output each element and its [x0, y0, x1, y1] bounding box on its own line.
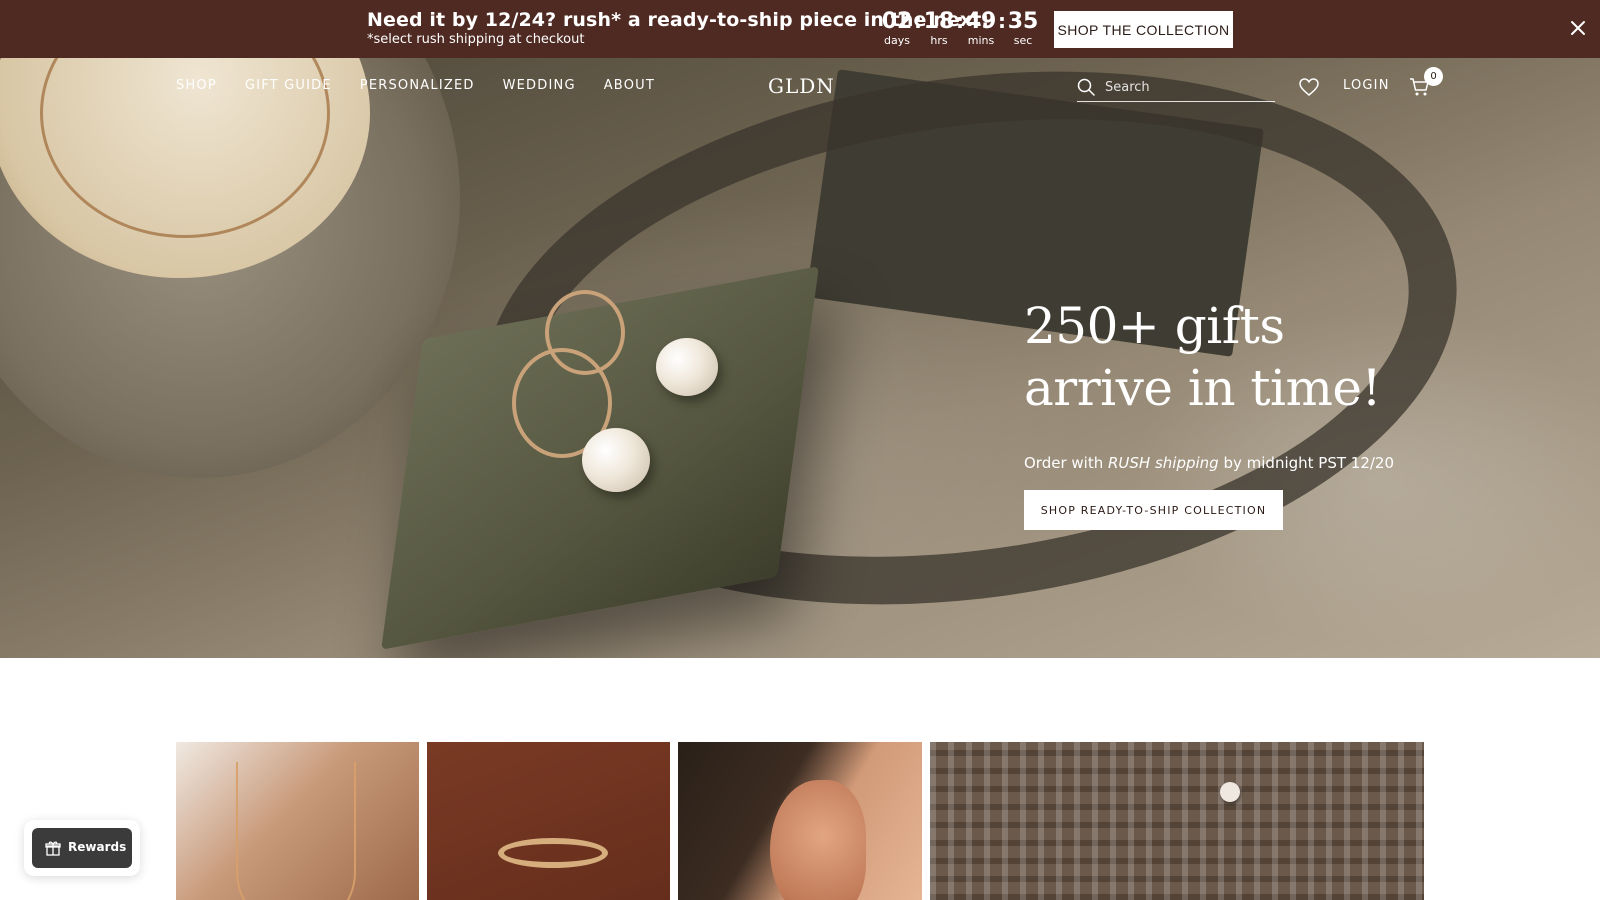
hero-lead-emphasis: RUSH shipping — [1108, 454, 1219, 472]
nav-personalized[interactable]: PERSONALIZED — [360, 78, 475, 93]
main-menu: SHOP GIFT GUIDE PERSONALIZED WEDDING ABO… — [176, 78, 655, 93]
rewards-widget: Rewards — [24, 820, 140, 876]
site-logo[interactable]: GLDN — [768, 74, 834, 98]
countdown-separator: : — [914, 9, 922, 33]
nav-about[interactable]: ABOUT — [604, 78, 655, 93]
search-icon[interactable] — [1077, 78, 1095, 96]
countdown-separator: : — [998, 9, 1006, 33]
search-input[interactable] — [1105, 75, 1270, 99]
countdown-minutes-label: mins — [967, 34, 995, 47]
necklace-image — [236, 762, 356, 900]
countdown-seconds: 35 sec — [1006, 9, 1040, 48]
nav-wedding[interactable]: WEDDING — [503, 78, 576, 93]
tile-necklaces[interactable] — [176, 742, 419, 900]
ring-image — [498, 838, 608, 868]
shop-the-collection-button[interactable]: SHOP THE COLLECTION — [1054, 11, 1233, 48]
shop-ready-to-ship-button[interactable]: SHOP READY-TO-SHIP COLLECTION — [1024, 490, 1283, 530]
tile-earrings[interactable] — [678, 742, 922, 900]
gift-icon — [45, 841, 61, 856]
countdown-hours-label: hrs — [930, 34, 948, 47]
countdown-separator: : — [956, 9, 964, 33]
countdown-seconds-label: sec — [1013, 34, 1033, 47]
rewards-label: Rewards — [68, 840, 127, 854]
rewards-button[interactable]: Rewards — [32, 828, 132, 868]
hero-content: 250+ gifts arrive in time! Order with RU… — [1024, 295, 1444, 530]
countdown-days-value: 02 — [881, 9, 913, 34]
ear-image — [770, 780, 866, 900]
hero-lead-after: by midnight PST 12/20 — [1218, 454, 1395, 472]
hero-image-pearl — [582, 428, 650, 492]
countdown-days: 02 days — [880, 9, 914, 48]
nav-gift-guide[interactable]: GIFT GUIDE — [245, 78, 332, 93]
cart-count-badge: 0 — [1424, 67, 1443, 86]
hero-lead-before: Order with — [1024, 454, 1108, 472]
countdown-days-label: days — [884, 34, 910, 47]
announcement-bar: Need it by 12/24? rush* a ready-to-ship … — [0, 0, 1600, 58]
hero-image-pearl — [656, 338, 718, 396]
login-link[interactable]: LOGIN — [1343, 78, 1390, 93]
countdown-timer: 02 days : 18 hrs : 49 mins : 35 sec — [880, 9, 1040, 48]
countdown-hours-value: 18 — [923, 9, 955, 34]
countdown-seconds-value: 35 — [1007, 9, 1039, 34]
tile-rings[interactable] — [427, 742, 670, 900]
countdown-minutes-value: 49 — [965, 9, 997, 34]
hero-heading: 250+ gifts arrive in time! — [1024, 297, 1382, 417]
site-header: SHOP GIFT GUIDE PERSONALIZED WEDDING ABO… — [0, 58, 1600, 114]
close-icon[interactable] — [1567, 17, 1589, 39]
countdown-minutes: 49 mins — [964, 9, 998, 48]
hero-lead: Order with RUSH shipping by midnight PST… — [1024, 453, 1444, 473]
nav-shop[interactable]: SHOP — [176, 78, 217, 93]
shirt-button-image — [1220, 782, 1240, 802]
countdown-hours: 18 hrs — [922, 9, 956, 48]
search-bar — [1077, 72, 1275, 102]
heart-icon[interactable] — [1298, 76, 1320, 98]
category-tiles — [176, 742, 1424, 900]
tile-plaid-shirt[interactable] — [930, 742, 1424, 900]
